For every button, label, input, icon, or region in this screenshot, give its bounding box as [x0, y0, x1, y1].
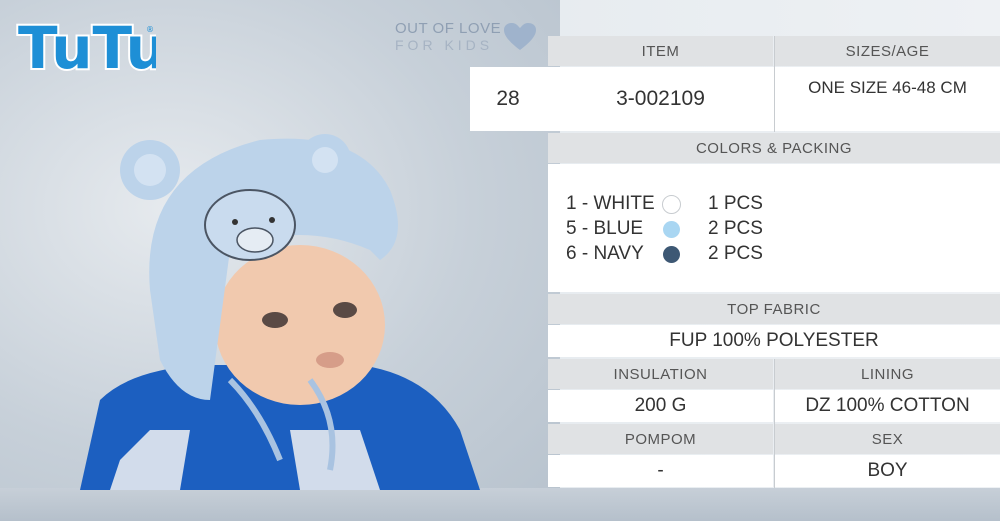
insulation-header: INSULATION [548, 359, 773, 389]
color-label: 5 - BLUE [566, 218, 644, 239]
sizes-header: SIZES/AGE [775, 36, 1000, 66]
heart-icon [504, 23, 536, 50]
lining-value: DZ 100% COTTON [775, 390, 1000, 422]
product-photo [80, 134, 480, 490]
brand-tagline: OUT OF LOVE FOR KIDS [395, 20, 501, 54]
size-value: ONE SIZE 46-48 CM [808, 78, 967, 97]
top-fabric-value: FUP 100% POLYESTER [548, 325, 1000, 357]
color-packing: 2 PCS [708, 218, 763, 239]
tutu-logo: TuTu ® [16, 14, 156, 80]
colors-header: COLORS & PACKING [548, 133, 1000, 163]
pompom-header: POMPOM [548, 424, 773, 454]
color-packing: 1 PCS [708, 193, 763, 214]
divider [774, 36, 775, 132]
svg-text:TuTu: TuTu [18, 14, 156, 80]
white-swatch [662, 194, 681, 214]
color-label: 6 - NAVY [566, 243, 644, 264]
item-number: 28 [496, 87, 520, 110]
pompom-value: - [548, 455, 773, 487]
color-row-navy: 6 - NAVY 2 PCS [566, 243, 763, 265]
sex-header: SEX [775, 424, 1000, 454]
tagline-line-2: FOR KIDS [395, 37, 494, 53]
item-header: ITEM [548, 36, 773, 66]
navy-swatch [663, 245, 680, 263]
svg-text:®: ® [146, 25, 154, 34]
top-fabric-header: TOP FABRIC [548, 294, 1000, 324]
item-code: 3-002109 [616, 87, 705, 110]
lining-header: LINING [775, 359, 1000, 389]
sex-value: BOY [775, 455, 1000, 487]
blue-swatch [663, 220, 680, 238]
color-packing: 2 PCS [708, 243, 763, 264]
bottom-band [0, 488, 1000, 521]
tagline-line-1: OUT OF LOVE [395, 20, 502, 37]
color-label: 1 - WHITE [566, 193, 655, 214]
divider [774, 359, 775, 488]
color-row-white: 1 - WHITE 1 PCS [566, 193, 763, 215]
color-row-blue: 5 - BLUE 2 PCS [566, 218, 763, 240]
insulation-value: 200 G [548, 390, 773, 422]
